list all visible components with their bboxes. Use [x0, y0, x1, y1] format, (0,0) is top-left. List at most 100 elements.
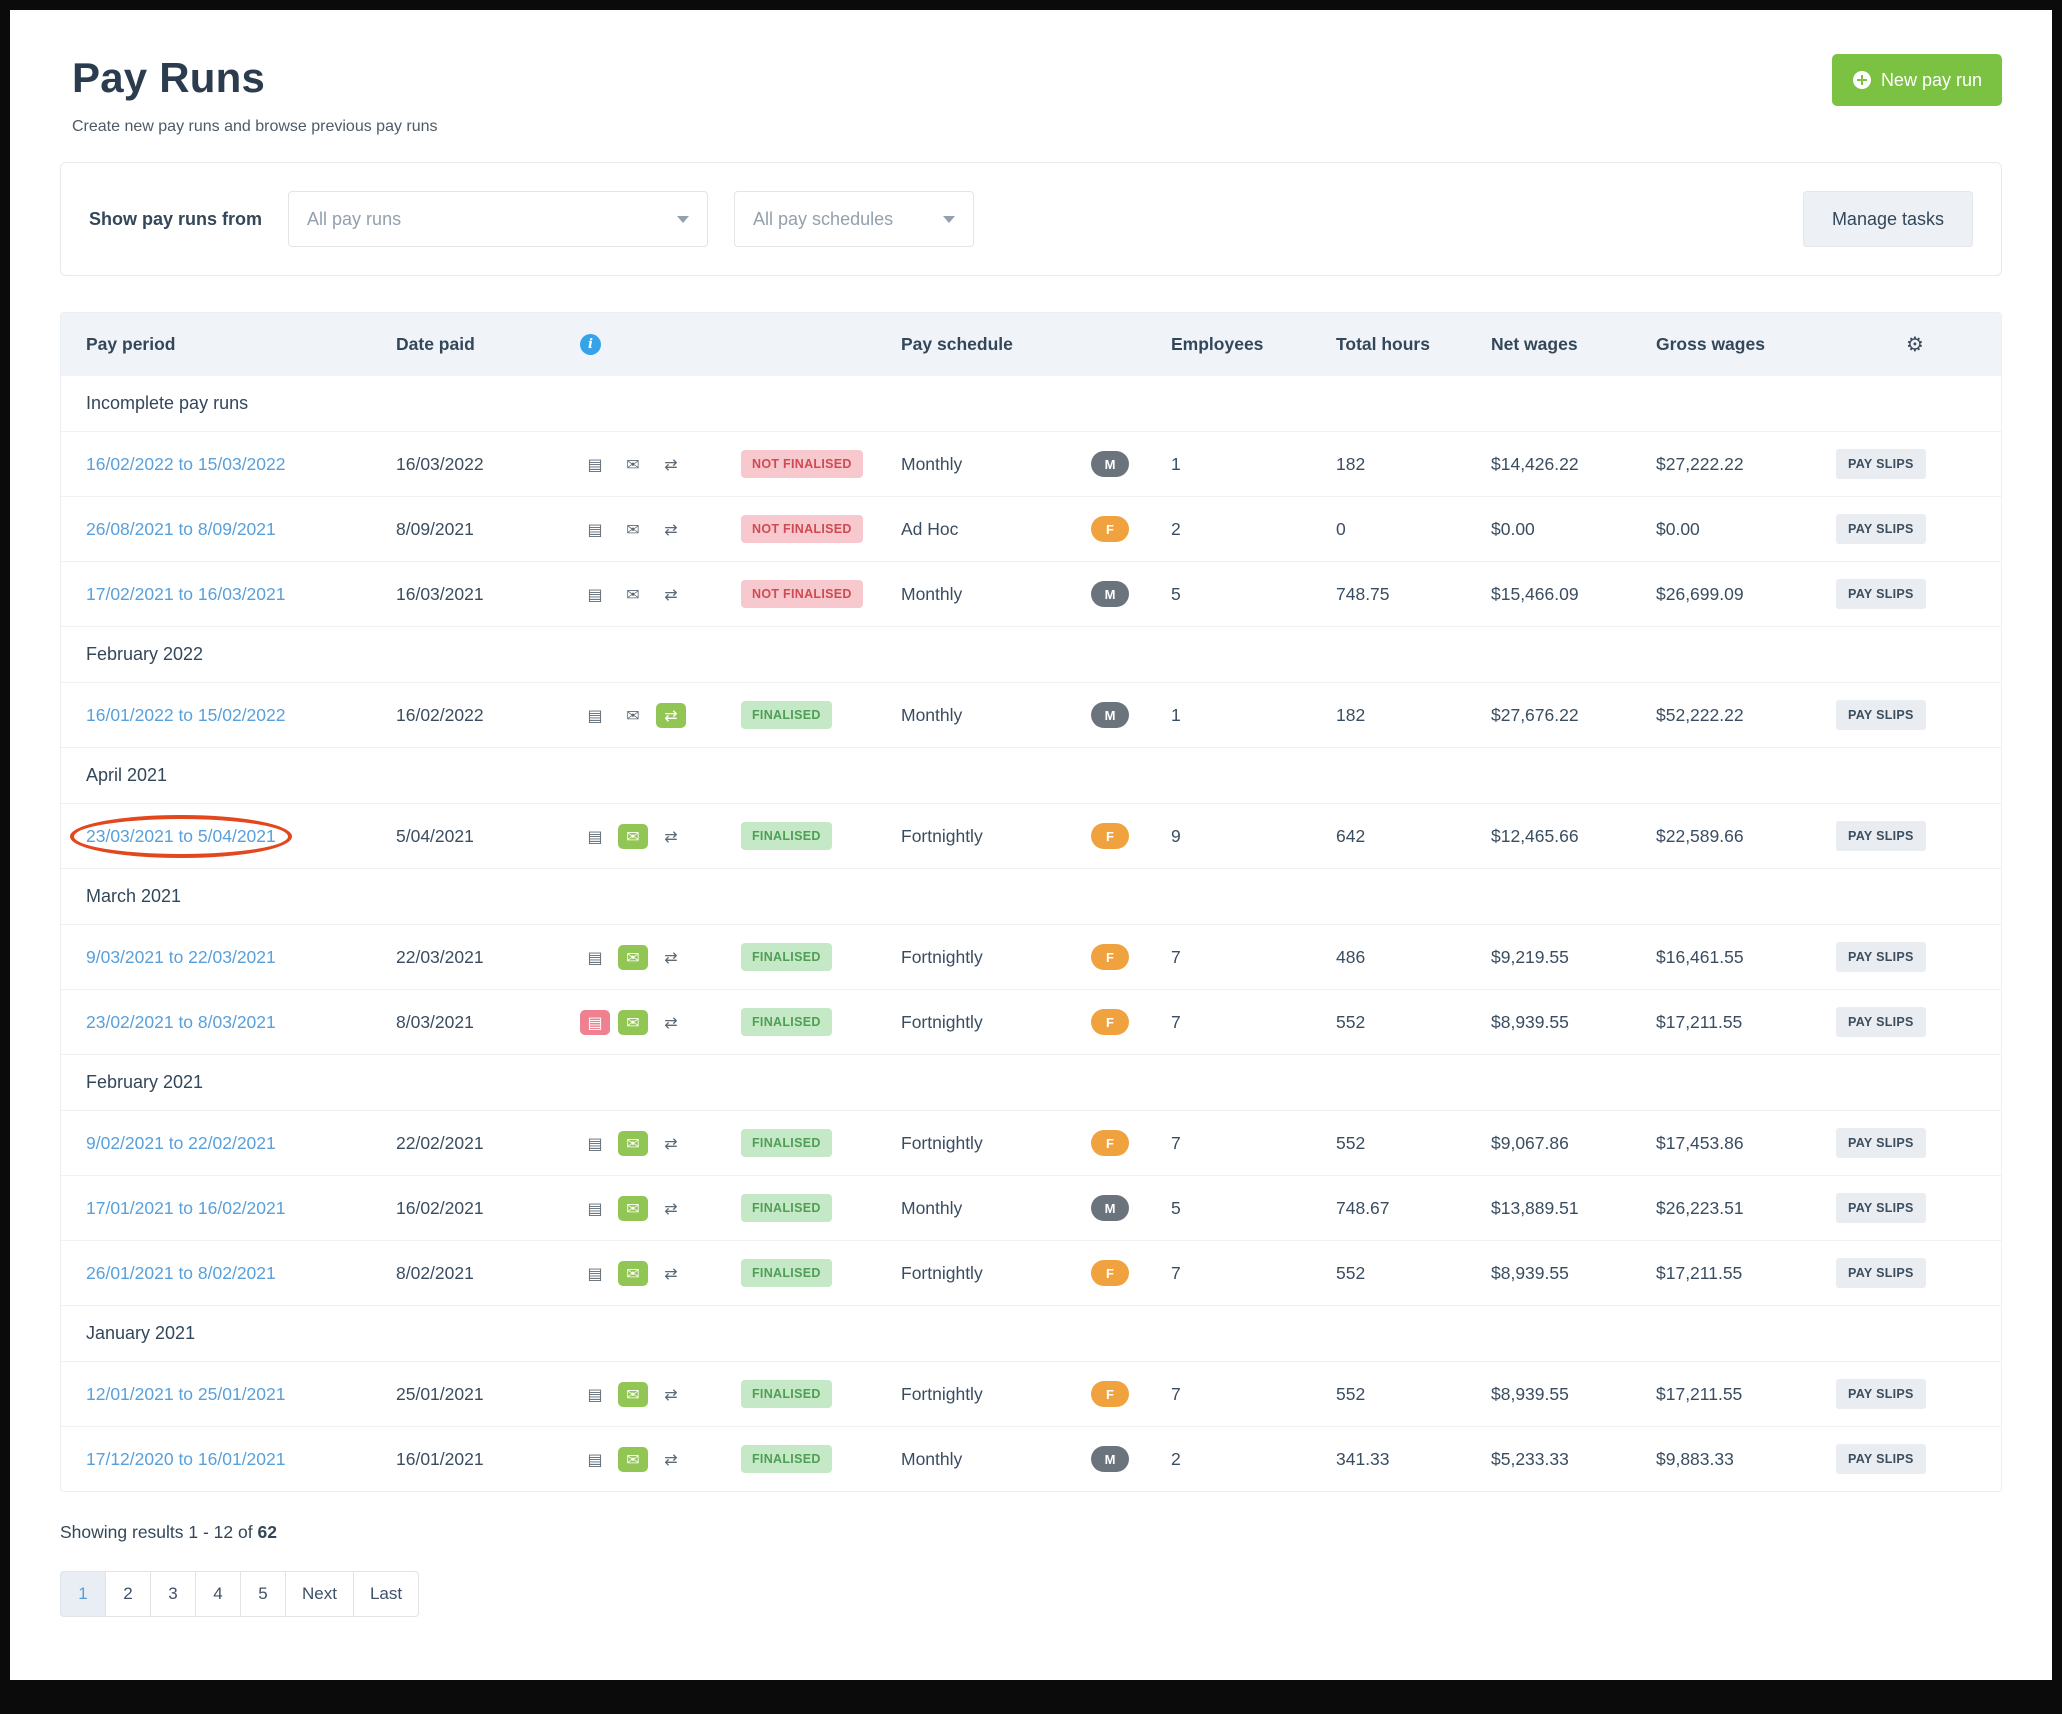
sync-icon[interactable]: ⇄ — [656, 1261, 686, 1286]
pay-slips-button[interactable]: PAY SLIPS — [1836, 579, 1926, 609]
envelope-icon[interactable]: ✉ — [618, 1010, 648, 1035]
pay-period-link[interactable]: 17/12/2020 to 16/01/2021 — [86, 1449, 286, 1469]
sync-icon[interactable]: ⇄ — [656, 1196, 686, 1221]
pay-slips-button[interactable]: PAY SLIPS — [1836, 1379, 1926, 1409]
sync-icon[interactable]: ⇄ — [656, 1010, 686, 1035]
sync-icon[interactable]: ⇄ — [656, 582, 686, 607]
journal-icon[interactable]: ▤ — [580, 1261, 610, 1286]
pay-slips-button[interactable]: PAY SLIPS — [1836, 700, 1926, 730]
sync-icon[interactable]: ⇄ — [656, 1382, 686, 1407]
pay-period-link[interactable]: 17/01/2021 to 16/02/2021 — [86, 1198, 286, 1218]
content: Pay Runs Create new pay runs and browse … — [10, 10, 2052, 1617]
pay-runs-table: Pay period Date paid i Pay schedule Empl… — [60, 312, 2002, 1492]
journal-icon[interactable]: ▤ — [580, 452, 610, 477]
pay-period-link[interactable]: 23/02/2021 to 8/03/2021 — [86, 1012, 276, 1032]
pay-slips-button[interactable]: PAY SLIPS — [1836, 1007, 1926, 1037]
gross-wages: $27,222.22 — [1656, 454, 1836, 475]
sync-icon[interactable]: ⇄ — [656, 1131, 686, 1156]
gear-icon[interactable]: ⚙ — [1906, 332, 1924, 356]
envelope-icon[interactable]: ✉ — [618, 1261, 648, 1286]
journal-icon[interactable]: ▤ — [580, 1010, 610, 1035]
date-paid: 8/09/2021 — [396, 519, 564, 540]
pay-slips-button[interactable]: PAY SLIPS — [1836, 449, 1926, 479]
envelope-icon[interactable]: ✉ — [618, 824, 648, 849]
envelope-icon[interactable]: ✉ — [618, 517, 648, 542]
envelope-icon[interactable]: ✉ — [618, 1382, 648, 1407]
envelope-icon[interactable]: ✉ — [618, 945, 648, 970]
schedule-frequency-badge: F — [1091, 823, 1129, 849]
envelope-icon[interactable]: ✉ — [618, 1447, 648, 1472]
pay-period-link[interactable]: 16/01/2022 to 15/02/2022 — [86, 705, 286, 725]
journal-icon[interactable]: ▤ — [580, 1196, 610, 1221]
pay-runs-dropdown[interactable]: All pay runs — [288, 191, 708, 247]
pay-slips-button[interactable]: PAY SLIPS — [1836, 1444, 1926, 1474]
filter-bar: Show pay runs from All pay runs All pay … — [60, 162, 2002, 276]
pay-slips-button[interactable]: PAY SLIPS — [1836, 1258, 1926, 1288]
date-paid: 16/02/2022 — [396, 705, 564, 726]
status-badge: FINALISED — [741, 1194, 832, 1222]
gross-wages: $17,211.55 — [1656, 1384, 1836, 1405]
plus-circle-icon — [1852, 70, 1872, 90]
pay-schedule: Monthly — [901, 1449, 1091, 1470]
pay-schedules-dropdown[interactable]: All pay schedules — [734, 191, 974, 247]
table-row: 23/03/2021 to 5/04/20215/04/2021▤✉⇄FINAL… — [61, 803, 2001, 868]
journal-icon[interactable]: ▤ — [580, 517, 610, 542]
sync-icon[interactable]: ⇄ — [656, 517, 686, 542]
envelope-icon[interactable]: ✉ — [618, 452, 648, 477]
sync-icon[interactable]: ⇄ — [656, 824, 686, 849]
pagination-page-1[interactable]: 1 — [60, 1571, 106, 1617]
pagination-page-5[interactable]: 5 — [240, 1571, 286, 1617]
pagination: 12345NextLast — [60, 1571, 419, 1617]
journal-icon[interactable]: ▤ — [580, 945, 610, 970]
col-total-hours: Total hours — [1336, 334, 1491, 355]
pay-period-link[interactable]: 16/02/2022 to 15/03/2022 — [86, 454, 286, 474]
envelope-icon[interactable]: ✉ — [618, 1196, 648, 1221]
total-hours: 341.33 — [1336, 1449, 1491, 1470]
journal-icon[interactable]: ▤ — [580, 582, 610, 607]
sync-icon[interactable]: ⇄ — [656, 1447, 686, 1472]
journal-icon[interactable]: ▤ — [580, 703, 610, 728]
manage-tasks-button[interactable]: Manage tasks — [1803, 191, 1973, 247]
pay-period-link[interactable]: 9/03/2021 to 22/03/2021 — [86, 947, 276, 967]
total-hours: 182 — [1336, 705, 1491, 726]
sync-icon[interactable]: ⇄ — [656, 945, 686, 970]
pay-period-link[interactable]: 12/01/2021 to 25/01/2021 — [86, 1384, 286, 1404]
table-row: 16/02/2022 to 15/03/202216/03/2022▤✉⇄NOT… — [61, 431, 2001, 496]
net-wages: $13,889.51 — [1491, 1198, 1656, 1219]
page-subtitle: Create new pay runs and browse previous … — [72, 118, 438, 136]
pay-slips-button[interactable]: PAY SLIPS — [1836, 942, 1926, 972]
pay-slips-button[interactable]: PAY SLIPS — [1836, 514, 1926, 544]
sync-icon[interactable]: ⇄ — [656, 703, 686, 728]
pay-period-link[interactable]: 9/02/2021 to 22/02/2021 — [86, 1133, 276, 1153]
total-hours: 552 — [1336, 1012, 1491, 1033]
envelope-icon[interactable]: ✉ — [618, 1131, 648, 1156]
journal-icon[interactable]: ▤ — [580, 1447, 610, 1472]
new-pay-run-button[interactable]: New pay run — [1832, 54, 2002, 106]
pay-slips-button[interactable]: PAY SLIPS — [1836, 1193, 1926, 1223]
pay-period-link[interactable]: 26/08/2021 to 8/09/2021 — [86, 519, 276, 539]
date-paid: 8/02/2021 — [396, 1263, 564, 1284]
pagination-page-2[interactable]: 2 — [105, 1571, 151, 1617]
page: Pay Runs Create new pay runs and browse … — [10, 10, 2052, 1680]
journal-icon[interactable]: ▤ — [580, 1131, 610, 1156]
pay-slips-button[interactable]: PAY SLIPS — [1836, 821, 1926, 851]
pay-slips-button[interactable]: PAY SLIPS — [1836, 1128, 1926, 1158]
col-employees: Employees — [1171, 334, 1336, 355]
pay-period-link[interactable]: 23/03/2021 to 5/04/2021 — [86, 826, 276, 846]
journal-icon[interactable]: ▤ — [580, 1382, 610, 1407]
pagination-page-4[interactable]: 4 — [195, 1571, 241, 1617]
pagination-page-3[interactable]: 3 — [150, 1571, 196, 1617]
pagination-next-button[interactable]: Next — [285, 1571, 354, 1617]
sync-icon[interactable]: ⇄ — [656, 452, 686, 477]
envelope-icon[interactable]: ✉ — [618, 703, 648, 728]
pay-period-link[interactable]: 26/01/2021 to 8/02/2021 — [86, 1263, 276, 1283]
info-icon[interactable]: i — [580, 334, 601, 355]
section-header: March 2021 — [61, 868, 2001, 924]
journal-icon[interactable]: ▤ — [580, 824, 610, 849]
envelope-icon[interactable]: ✉ — [618, 582, 648, 607]
status-badge: FINALISED — [741, 943, 832, 971]
total-hours: 486 — [1336, 947, 1491, 968]
pay-schedule: Monthly — [901, 705, 1091, 726]
pay-period-link[interactable]: 17/02/2021 to 16/03/2021 — [86, 584, 286, 604]
pagination-last-button[interactable]: Last — [353, 1571, 419, 1617]
